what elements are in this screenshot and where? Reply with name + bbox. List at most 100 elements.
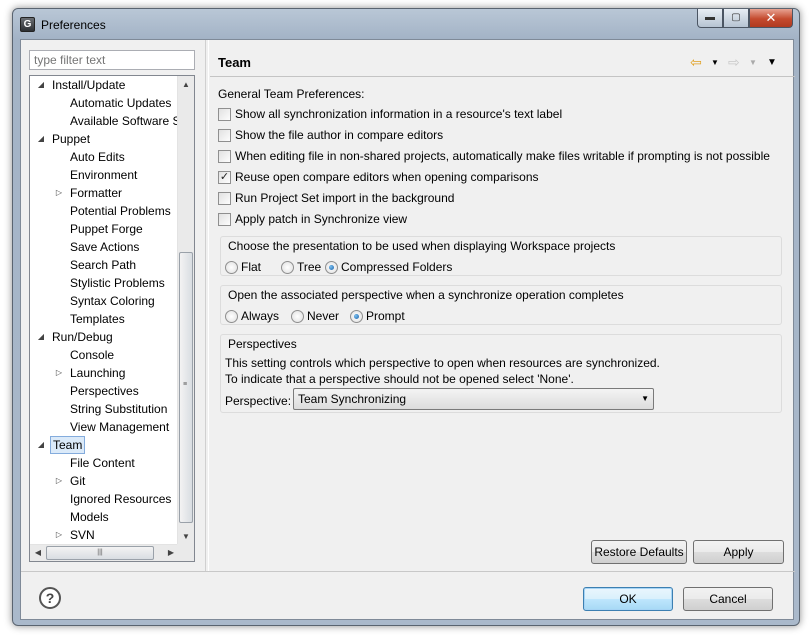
perspectives-group: Perspectives This setting controls which…	[220, 334, 782, 413]
radio[interactable]	[225, 261, 238, 274]
tree-item-label: Search Path	[70, 258, 137, 272]
close-button[interactable]: ✕	[749, 9, 793, 28]
tree-item[interactable]: File Content	[30, 454, 179, 472]
unchecked-checkbox[interactable]	[218, 150, 231, 163]
minimize-button[interactable]: ▬	[697, 9, 723, 28]
tree-item-label: Available Software S	[70, 114, 179, 128]
page-navigation: ⇦ ▼ ⇨ ▼ ▼	[690, 54, 790, 72]
help-icon[interactable]: ?	[39, 587, 61, 609]
tree-item[interactable]: ◢ Run/Debug	[30, 328, 179, 346]
back-menu-chevron-icon[interactable]: ▼	[711, 58, 719, 67]
tree-item-label: Automatic Updates	[70, 96, 172, 110]
dialog-body: ◢ Install/Update Automatic Updates Availabl…	[20, 39, 795, 620]
maximize-button[interactable]: ▢	[723, 9, 749, 28]
tree-item-label: Formatter	[70, 186, 123, 200]
expanded-arrow-icon[interactable]: ◢	[36, 436, 46, 454]
tree-item[interactable]: ▷ SVN	[30, 526, 179, 544]
radio[interactable]	[225, 310, 238, 323]
unchecked-checkbox[interactable]	[218, 192, 231, 205]
perspectives-group-title: Perspectives	[227, 337, 298, 351]
tree-item[interactable]: ◢ Install/Update	[30, 76, 179, 94]
chevron-down-icon: ▼	[641, 394, 649, 403]
tree-item-label: Puppet Forge	[70, 222, 143, 236]
tree-item[interactable]: Ignored Resources	[30, 490, 179, 508]
tree-item-label: File Content	[70, 456, 135, 470]
option-label: Reuse open compare editors when opening …	[235, 170, 539, 184]
option-label: Apply patch in Synchronize view	[235, 212, 408, 226]
grip-icon: ≡	[183, 381, 188, 388]
tree-item[interactable]: Syntax Coloring	[30, 292, 179, 310]
tree-item-label: Install/Update	[52, 78, 126, 92]
tree-item-label: String Substitution	[70, 402, 168, 416]
tree-item[interactable]: ◢ Team	[30, 436, 179, 454]
tree-item[interactable]: Models	[30, 508, 179, 526]
radio-label: Tree	[297, 260, 322, 274]
perspectives-description-line1: This setting controls which perspective …	[225, 356, 660, 370]
checked-checkbox[interactable]: ✓	[218, 171, 231, 184]
tree-item[interactable]: ▷ Launching	[30, 364, 179, 382]
restore-defaults-button[interactable]: Restore Defaults	[591, 540, 687, 564]
expanded-arrow-icon[interactable]: ◢	[36, 130, 46, 148]
tree-item-label: Launching	[70, 366, 126, 380]
scroll-thumb[interactable]: ≡	[179, 252, 193, 523]
filter-input[interactable]	[29, 50, 195, 70]
ok-button[interactable]: OK	[583, 587, 673, 611]
tree-item[interactable]: Stylistic Problems	[30, 274, 179, 292]
tree-item-label: Templates	[70, 312, 125, 326]
tree-item[interactable]: Templates	[30, 310, 179, 328]
scroll-down-icon[interactable]: ▼	[178, 528, 194, 545]
tree-vertical-scrollbar[interactable]: ▲ ≡ ▼	[177, 76, 194, 545]
expanded-arrow-icon[interactable]: ◢	[36, 76, 46, 94]
tree-item[interactable]: Available Software S	[30, 112, 179, 130]
tree-item-label: Console	[70, 348, 115, 362]
unchecked-checkbox[interactable]	[218, 213, 231, 226]
tree-item[interactable]: ▷ Git	[30, 472, 179, 490]
tree-item[interactable]: Perspectives	[30, 382, 179, 400]
tree-item[interactable]: Environment	[30, 166, 179, 184]
tree-item[interactable]: String Substitution	[30, 400, 179, 418]
unchecked-checkbox[interactable]	[218, 108, 231, 121]
tree-item[interactable]: Console	[30, 346, 179, 364]
tree-horizontal-scrollbar[interactable]: ◀ ||| ▶	[30, 544, 179, 561]
tree-item-label: Ignored Resources	[70, 492, 172, 506]
tree-item[interactable]: ▷ Formatter	[30, 184, 179, 202]
selected-radio[interactable]	[350, 310, 363, 323]
tree-item[interactable]: Search Path	[30, 256, 179, 274]
tree-item[interactable]: Puppet Forge	[30, 220, 179, 238]
horizontal-scroll-thumb[interactable]: |||	[46, 546, 154, 560]
tree-item-label: View Management	[70, 420, 170, 434]
general-preferences-label: General Team Preferences:	[218, 87, 365, 101]
radio[interactable]	[281, 261, 294, 274]
panel-sash[interactable]	[205, 40, 209, 571]
tree-item[interactable]: Save Actions	[30, 238, 179, 256]
unchecked-checkbox[interactable]	[218, 129, 231, 142]
tree-item[interactable]: ◢ Puppet	[30, 130, 179, 148]
radio[interactable]	[291, 310, 304, 323]
apply-button[interactable]: Apply	[693, 540, 784, 564]
tree-item[interactable]: View Management	[30, 418, 179, 436]
view-menu-chevron-icon[interactable]: ▼	[767, 57, 777, 68]
collapsed-arrow-icon[interactable]: ▷	[54, 472, 64, 490]
collapsed-arrow-icon[interactable]: ▷	[54, 526, 64, 544]
forward-menu-chevron-icon[interactable]: ▼	[749, 58, 757, 67]
scroll-left-icon[interactable]: ◀	[30, 545, 46, 561]
forward-arrow-icon[interactable]: ⇨	[728, 54, 740, 71]
collapsed-arrow-icon[interactable]: ▷	[54, 364, 64, 382]
collapsed-arrow-icon[interactable]: ▷	[54, 184, 64, 202]
cancel-button[interactable]: Cancel	[683, 587, 773, 611]
tree-item[interactable]: Auto Edits	[30, 148, 179, 166]
perspective-select[interactable]: Team Synchronizing ▼	[293, 388, 654, 410]
preferences-window: G Preferences ▬ ▢ ✕ ◢ Install/Update Autom…	[12, 8, 800, 626]
title-bar[interactable]: G Preferences ▬ ▢ ✕	[13, 9, 799, 39]
expanded-arrow-icon[interactable]: ◢	[36, 328, 46, 346]
option-label: Show the file author in compare editors	[235, 128, 444, 142]
tree-item-label: Puppet	[52, 132, 91, 146]
tree-item[interactable]: Automatic Updates	[30, 94, 179, 112]
scroll-up-icon[interactable]: ▲	[178, 76, 194, 93]
tree-item[interactable]: Potential Problems	[30, 202, 179, 220]
selected-radio[interactable]	[325, 261, 338, 274]
title-separator	[210, 76, 795, 77]
perspective-select-value: Team Synchronizing	[298, 392, 407, 406]
back-arrow-icon[interactable]: ⇦	[690, 54, 702, 71]
preference-page: Team ⇦ ▼ ⇨ ▼ ▼ General Team Preferences:…	[210, 40, 795, 571]
